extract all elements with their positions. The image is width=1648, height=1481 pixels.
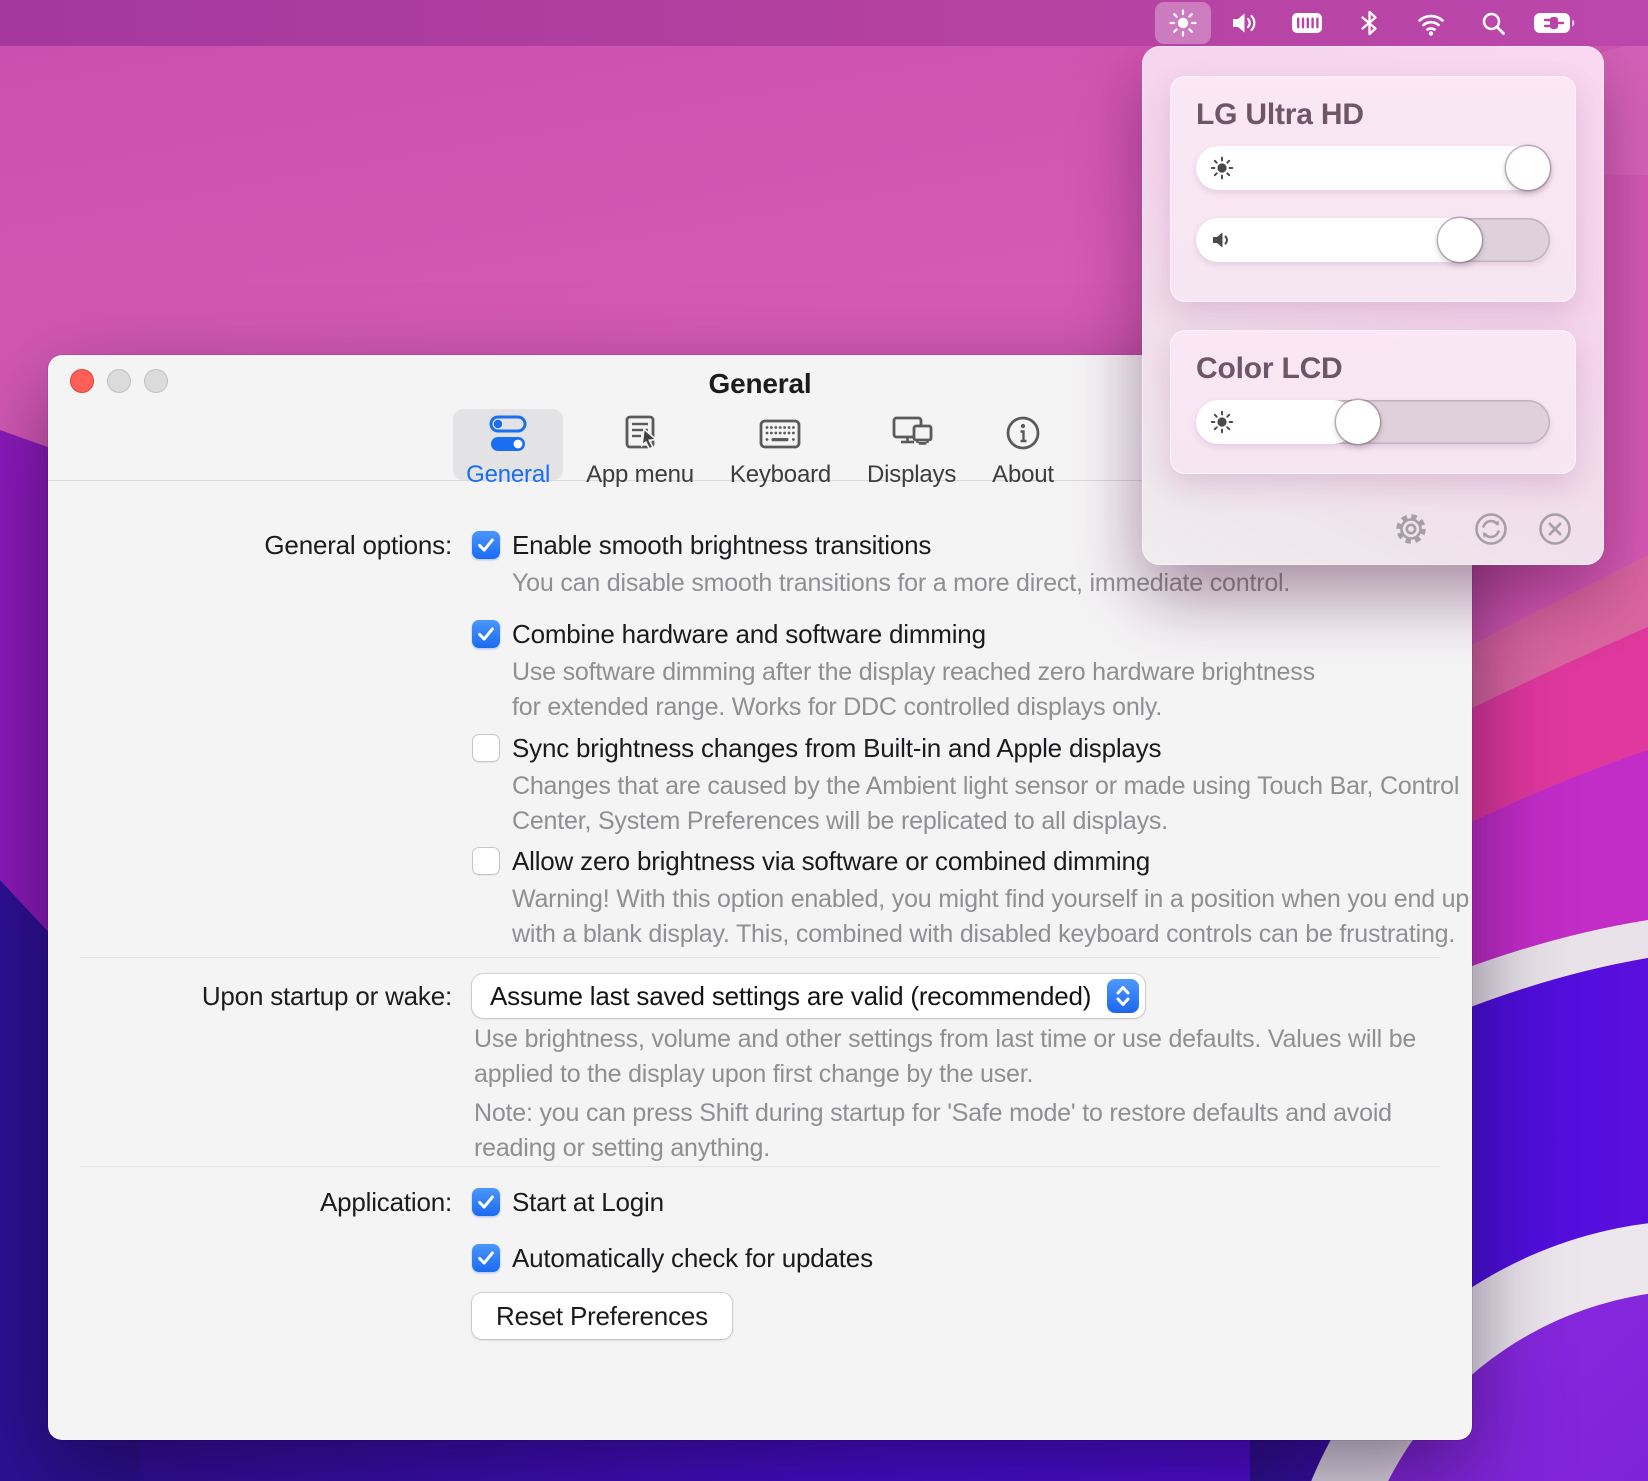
slider-fill xyxy=(1196,218,1472,262)
popover-footer xyxy=(1388,506,1578,552)
combine-dimming-row: Combine hardware and software dimming xyxy=(472,617,1472,651)
general-options-label: General options: xyxy=(48,528,472,957)
display-card-color-lcd: Color LCD xyxy=(1170,330,1576,474)
menubar-bluetooth-icon[interactable] xyxy=(1338,0,1400,46)
start-at-login-row: Start at Login xyxy=(472,1185,1472,1219)
start-at-login-checkbox[interactable] xyxy=(472,1188,500,1216)
help-text: Use software dimming after the display r… xyxy=(512,655,1472,725)
checkbox-label: Enable smooth brightness transitions xyxy=(512,530,931,561)
tab-app-menu[interactable]: App menu xyxy=(573,409,707,480)
desktop: General General App menu Keyboard xyxy=(0,0,1648,1481)
menubar-battery-icon[interactable] xyxy=(1524,0,1586,46)
zoom-window-button[interactable] xyxy=(144,369,168,393)
display-name: LG Ultra HD xyxy=(1196,98,1550,132)
checkbox-label: Allow zero brightness via software or co… xyxy=(512,846,1150,877)
general-pane: General options: Enable smooth brightnes… xyxy=(48,481,1472,1339)
help-text: Warning! With this option enabled, you m… xyxy=(512,882,1472,952)
app-menu-icon xyxy=(618,414,662,459)
displays-icon xyxy=(890,414,934,459)
window-controls xyxy=(70,369,168,393)
general-toggles-icon xyxy=(486,414,530,459)
sync-brightness-row: Sync brightness changes from Built-in an… xyxy=(472,731,1472,765)
slider-knob[interactable] xyxy=(1438,218,1482,262)
menubar-keyboard-brightness-icon[interactable] xyxy=(1276,0,1338,46)
zero-brightness-checkbox[interactable] xyxy=(472,847,500,875)
section-divider xyxy=(80,1166,1440,1167)
brightness-sun-icon xyxy=(1209,155,1235,186)
minimize-window-button[interactable] xyxy=(107,369,131,393)
refresh-icon[interactable] xyxy=(1468,506,1514,552)
startup-behavior-select[interactable]: Assume last saved settings are valid (re… xyxy=(472,974,1145,1018)
smooth-transitions-checkbox[interactable] xyxy=(472,531,500,559)
application-row: Application: Start at Login Automaticall… xyxy=(48,1185,1472,1339)
menubar-volume-icon[interactable] xyxy=(1214,0,1276,46)
tab-displays[interactable]: Displays xyxy=(854,409,969,480)
display-card-lg-ultra-hd: LG Ultra HD xyxy=(1170,76,1576,302)
help-text: You can disable smooth transitions for a… xyxy=(512,566,1472,601)
select-stepper-icon xyxy=(1107,979,1139,1013)
slider-knob[interactable] xyxy=(1506,146,1550,190)
sync-brightness-checkbox[interactable] xyxy=(472,734,500,762)
startup-label: Upon startup or wake: xyxy=(48,974,472,1166)
general-options-row: General options: Enable smooth brightnes… xyxy=(48,528,1472,957)
checkbox-label: Automatically check for updates xyxy=(512,1243,873,1274)
display-name: Color LCD xyxy=(1196,352,1550,386)
close-icon[interactable] xyxy=(1532,506,1578,552)
brightness-slider[interactable] xyxy=(1196,400,1550,444)
tab-keyboard[interactable]: Keyboard xyxy=(717,409,844,480)
menubar-wifi-icon[interactable] xyxy=(1400,0,1462,46)
slider-fill xyxy=(1196,146,1550,190)
display-control-popover: LG Ultra HD Color LCD xyxy=(1142,46,1604,565)
combine-dimming-checkbox[interactable] xyxy=(472,620,500,648)
note-text: Note: you can press Shift during startup… xyxy=(474,1096,1472,1166)
menubar-search-icon[interactable] xyxy=(1462,0,1524,46)
brightness-slider[interactable] xyxy=(1196,146,1550,190)
menu-bar xyxy=(0,0,1648,46)
menubar-status-icons xyxy=(1152,0,1586,46)
checkbox-label: Start at Login xyxy=(512,1187,664,1218)
auto-update-checkbox[interactable] xyxy=(472,1244,500,1272)
auto-update-row: Automatically check for updates xyxy=(472,1241,1472,1275)
help-text: Use brightness, volume and other setting… xyxy=(474,1022,1472,1092)
checkbox-label: Sync brightness changes from Built-in an… xyxy=(512,733,1161,764)
tab-about[interactable]: About xyxy=(979,409,1067,480)
info-icon xyxy=(1001,414,1045,459)
zero-brightness-row: Allow zero brightness via software or co… xyxy=(472,844,1472,878)
close-window-button[interactable] xyxy=(70,369,94,393)
application-label: Application: xyxy=(48,1185,472,1339)
volume-speaker-icon xyxy=(1209,227,1235,258)
slider-knob[interactable] xyxy=(1336,400,1380,444)
settings-gear-icon[interactable] xyxy=(1388,506,1434,552)
section-divider xyxy=(80,957,1440,958)
startup-row: Upon startup or wake: Assume last saved … xyxy=(48,974,1472,1166)
reset-preferences-button[interactable]: Reset Preferences xyxy=(472,1293,732,1339)
menubar-brightness-icon[interactable] xyxy=(1152,0,1214,46)
help-text: Changes that are caused by the Ambient l… xyxy=(512,769,1472,839)
volume-slider[interactable] xyxy=(1196,218,1550,262)
keyboard-icon xyxy=(758,414,802,459)
brightness-sun-icon xyxy=(1209,409,1235,440)
selected-option-text: Assume last saved settings are valid (re… xyxy=(490,981,1091,1012)
tab-general[interactable]: General xyxy=(453,409,563,480)
checkbox-label: Combine hardware and software dimming xyxy=(512,619,986,650)
